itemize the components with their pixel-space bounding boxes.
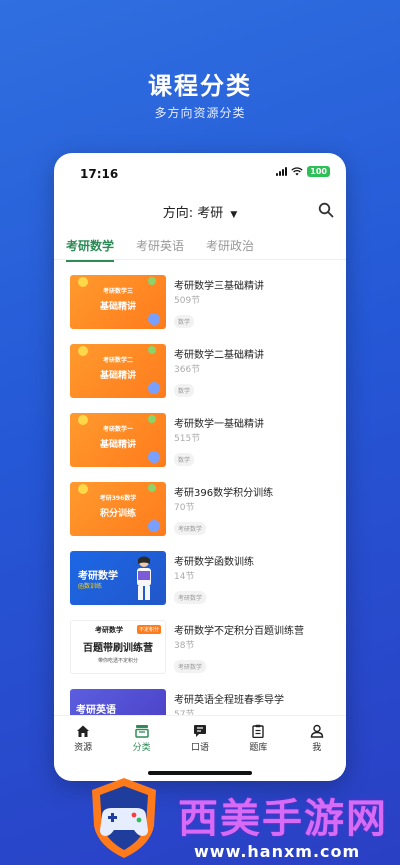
course-item[interactable]: 考研数学三 基础精讲 考研数学三基础精讲 509节 数学 <box>70 275 336 344</box>
course-title: 考研数学三基础精讲 <box>174 281 264 292</box>
course-tag: 考研数学 <box>174 660 207 673</box>
thumb-caption: 函数训练 <box>78 583 103 590</box>
watermark-gamepad-logo <box>92 778 156 858</box>
user-icon <box>310 724 323 738</box>
thumb-caption: 考研396数学 <box>99 495 137 502</box>
course-thumbnail: 考研数学 不定积分 百题带刷训练营 带你吃透不定积分 <box>70 620 166 674</box>
bottom-tab-bar: 资源 分类 口语 题库 我 <box>54 715 346 781</box>
course-item[interactable]: 考研数学 函数训练 考研数学函数训练 14节 考研数学 <box>70 551 336 620</box>
leaf-icon <box>148 484 156 492</box>
status-bar: 17:16 100 <box>54 153 346 189</box>
course-tag: 考研数学 <box>174 522 207 535</box>
lesson-count: 14节 <box>174 572 195 582</box>
tabbar-item-category[interactable]: 分类 <box>120 724 164 753</box>
course-tag: 数学 <box>174 315 195 328</box>
tabbar-label: 我 <box>312 743 322 753</box>
chat-icon <box>193 725 206 737</box>
course-thumbnail: 考研数学 函数训练 <box>70 551 166 605</box>
direction-value: 考研 <box>197 206 224 221</box>
person-illustration-icon <box>137 556 151 600</box>
course-item[interactable]: 考研数学 不定积分 百题带刷训练营 带你吃透不定积分 考研数学不定积分百题训练营… <box>70 620 336 689</box>
thumb-badge: 不定积分 <box>136 625 161 634</box>
course-item[interactable]: 考研数学一 基础精讲 考研数学一基础精讲 515节 数学 <box>70 413 336 482</box>
course-tag: 数学 <box>174 384 195 397</box>
wifi-icon <box>291 167 303 176</box>
watermark-text: 西美手游网 <box>178 796 388 842</box>
tabbar-item-question-bank[interactable]: 题库 <box>236 724 280 753</box>
watermark-url: www.hanxm.com <box>194 842 361 861</box>
thumb-heading: 考研英语 <box>76 705 116 716</box>
thumb-heading: 基础精讲 <box>99 440 136 450</box>
thumb-caption: 考研数学 <box>95 626 123 634</box>
course-thumbnail: 考研数学二 基础精讲 <box>70 344 166 398</box>
course-title: 考研数学函数训练 <box>174 557 254 568</box>
course-title: 考研数学不定积分百题训练营 <box>174 626 304 637</box>
hero-subtitle: 多方向资源分类 <box>154 106 246 120</box>
course-item[interactable]: 考研396数学 积分训练 考研396数学积分训练 70节 考研数学 <box>70 482 336 551</box>
thumb-heading: 考研数学 <box>78 571 118 582</box>
lesson-count: 509节 <box>174 296 201 306</box>
tabbar-label: 分类 <box>132 743 151 753</box>
category-icon <box>134 725 149 738</box>
course-title: 考研英语全程班春季导学 <box>174 695 284 706</box>
lesson-count: 515节 <box>174 434 201 444</box>
course-title: 考研数学一基础精讲 <box>174 419 264 430</box>
thumb-heading: 基础精讲 <box>99 302 136 312</box>
lesson-count: 70节 <box>174 503 195 513</box>
thumb-subcaption: 带你吃透不定积分 <box>97 658 138 664</box>
tabbar-label: 资源 <box>74 743 93 753</box>
ball-icon <box>148 382 160 394</box>
clipboard-icon <box>252 724 265 738</box>
leaf-icon <box>148 346 156 354</box>
lesson-count: 366节 <box>174 365 201 375</box>
status-time: 17:16 <box>80 167 119 181</box>
tabbar-label: 题库 <box>249 743 268 753</box>
home-indicator <box>148 771 252 775</box>
battery-icon: 100 <box>307 166 330 177</box>
phone-screen: 17:16 100 方向: 考研 ▼ 考研数学 考研英语 考研政治 考研数学三 … <box>54 153 346 781</box>
course-list: 考研数学三 基础精讲 考研数学三基础精讲 509节 数学 考研数学二 基础精讲 … <box>70 275 336 758</box>
course-item[interactable]: 考研数学二 基础精讲 考研数学二基础精讲 366节 数学 <box>70 344 336 413</box>
direction-label: 方向: <box>162 206 194 221</box>
tabbar-item-me[interactable]: 我 <box>295 724 339 753</box>
course-tag: 考研数学 <box>174 591 207 604</box>
home-icon <box>77 725 90 737</box>
course-thumbnail: 考研数学一 基础精讲 <box>70 413 166 467</box>
thumb-caption: 考研数学一 <box>102 426 133 433</box>
ball-icon <box>148 451 160 463</box>
ball-icon <box>148 520 160 532</box>
tabbar-item-resources[interactable]: 资源 <box>61 724 105 753</box>
thumb-caption: 考研数学二 <box>102 357 133 364</box>
hero-title: 课程分类 <box>148 72 252 100</box>
leaf-icon <box>148 415 156 423</box>
thumb-heading: 百题带刷训练营 <box>83 643 153 654</box>
lesson-count: 38节 <box>174 641 195 651</box>
thumb-caption: 考研数学三 <box>102 288 133 295</box>
tabs-divider <box>54 259 346 260</box>
leaf-icon <box>148 277 156 285</box>
tabbar-item-speaking[interactable]: 口语 <box>178 724 222 753</box>
ball-icon <box>148 313 160 325</box>
tabbar-label: 口语 <box>190 743 209 753</box>
search-icon[interactable] <box>318 202 334 218</box>
signal-icon <box>276 167 288 176</box>
caret-down-icon: ▼ <box>230 210 238 220</box>
direction-selector[interactable]: 方向: 考研 ▼ <box>54 202 346 221</box>
course-title: 考研数学二基础精讲 <box>174 350 264 361</box>
course-title: 考研396数学积分训练 <box>174 488 274 499</box>
thumb-heading: 基础精讲 <box>99 371 136 381</box>
thumb-heading: 积分训练 <box>99 509 136 519</box>
course-thumbnail: 考研数学三 基础精讲 <box>70 275 166 329</box>
course-thumbnail: 考研396数学 积分训练 <box>70 482 166 536</box>
course-tag: 数学 <box>174 453 195 466</box>
